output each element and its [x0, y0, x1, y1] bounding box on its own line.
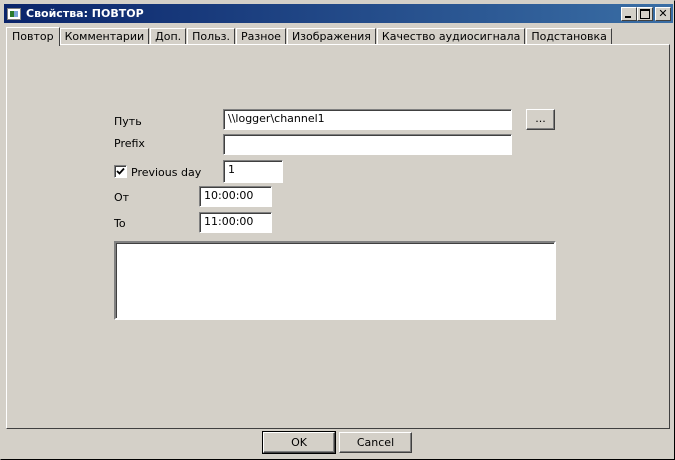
tab-substitution[interactable]: Подстановка: [526, 28, 612, 45]
prefix-label: Prefix: [114, 137, 145, 150]
checkmark-icon: [116, 167, 125, 175]
app-window-icon: [7, 7, 21, 20]
properties-window: Свойства: ПОВТОР ✕ Повтор Комментарии До…: [0, 0, 675, 460]
notes-textarea[interactable]: [114, 241, 556, 320]
previous-day-checkbox[interactable]: [114, 165, 127, 178]
window-title: Свойства: ПОВТОР: [26, 7, 144, 20]
path-label: Путь: [114, 115, 142, 128]
title-bar[interactable]: Свойства: ПОВТОР ✕: [4, 4, 673, 23]
previous-day-label[interactable]: Previous day: [131, 166, 201, 179]
tab-user[interactable]: Польз.: [187, 28, 236, 45]
maximize-button[interactable]: [637, 6, 653, 21]
tab-audio-quality[interactable]: Качество аудиосигнала: [376, 28, 526, 45]
tab-misc[interactable]: Разное: [236, 28, 286, 45]
tab-extra[interactable]: Доп.: [150, 28, 187, 45]
dialog-button-bar: OK Cancel: [1, 429, 674, 459]
from-label: От: [114, 191, 130, 204]
to-time-input[interactable]: 11:00:00: [199, 212, 272, 233]
prefix-input[interactable]: [223, 134, 512, 155]
close-button[interactable]: ✕: [655, 6, 671, 21]
tab-images[interactable]: Изображения: [286, 28, 376, 45]
tab-panel-povtor: Путь \\logger\channel1 ... Prefix Previo…: [6, 44, 670, 429]
window-controls: ✕: [621, 6, 671, 21]
tab-comments[interactable]: Комментарии: [59, 28, 150, 45]
tab-povtor[interactable]: Повтор: [6, 27, 60, 46]
browse-button[interactable]: ...: [526, 109, 555, 130]
path-input[interactable]: \\logger\channel1: [223, 109, 512, 130]
cancel-button[interactable]: Cancel: [339, 432, 412, 453]
minimize-button[interactable]: [621, 6, 637, 21]
to-label: To: [114, 217, 126, 230]
ok-button[interactable]: OK: [262, 431, 336, 454]
from-time-input[interactable]: 10:00:00: [199, 186, 272, 207]
tab-strip: Повтор Комментарии Доп. Польз. Разное Из…: [6, 26, 613, 46]
previous-day-input[interactable]: 1: [223, 160, 283, 183]
